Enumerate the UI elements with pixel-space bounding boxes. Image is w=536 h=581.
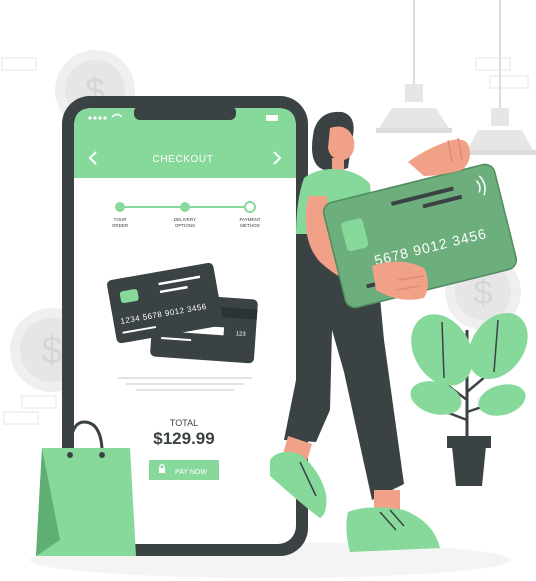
step-label-line2: OPTIONS <box>175 223 195 228</box>
phone-notch <box>134 106 236 120</box>
svg-text:$: $ <box>41 330 62 372</box>
battery-icon <box>266 115 278 121</box>
pay-now-button[interactable]: PAY NOW <box>149 460 219 480</box>
step-dot-delivery[interactable] <box>180 202 190 212</box>
screen-title: CHECKOUT <box>153 154 214 165</box>
svg-text:$: $ <box>474 274 493 312</box>
pendant-lamp-icon <box>464 0 536 155</box>
step-dot-payment[interactable] <box>244 201 256 213</box>
step-label-line1: YOUR <box>113 217 127 222</box>
step-label-line2: METHOD <box>240 223 260 228</box>
checkout-illustration: $ $ $ CHECKOUT YOUR ORDER DELIVERY OPTIO… <box>1 0 536 578</box>
pay-now-label: PAY NOW <box>175 469 207 476</box>
pendant-lamp-icon <box>376 0 452 133</box>
potted-plant-icon <box>410 312 528 486</box>
step-dot-order[interactable] <box>115 202 125 212</box>
step-label-line2: ORDER <box>112 223 129 228</box>
step-label-line1: DELIVERY <box>174 217 196 222</box>
step-label-line1: PAYMENT <box>239 217 260 222</box>
card-cvv: 123 <box>235 331 246 338</box>
total-amount: $129.99 <box>153 429 214 448</box>
total-label: TOTAL <box>170 418 198 428</box>
